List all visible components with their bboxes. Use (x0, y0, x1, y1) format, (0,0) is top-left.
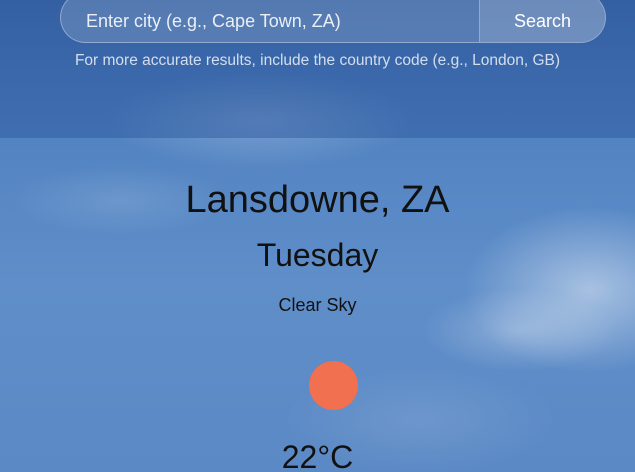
search-button[interactable]: Search (479, 0, 605, 42)
search-form: Search (60, 0, 606, 43)
search-header: Search For more accurate results, includ… (0, 0, 635, 138)
location-title: Lansdowne, ZA (185, 179, 450, 221)
search-hint: For more accurate results, include the c… (74, 52, 561, 69)
weather-condition: Clear Sky (278, 295, 357, 315)
weekday-label: Tuesday (256, 237, 379, 273)
temperature-value: 22°C (281, 439, 354, 472)
weather-panel: Lansdowne, ZA Tuesday Clear Sky (0, 170, 635, 320)
sun-icon (309, 361, 358, 410)
city-search-input[interactable] (61, 0, 479, 42)
